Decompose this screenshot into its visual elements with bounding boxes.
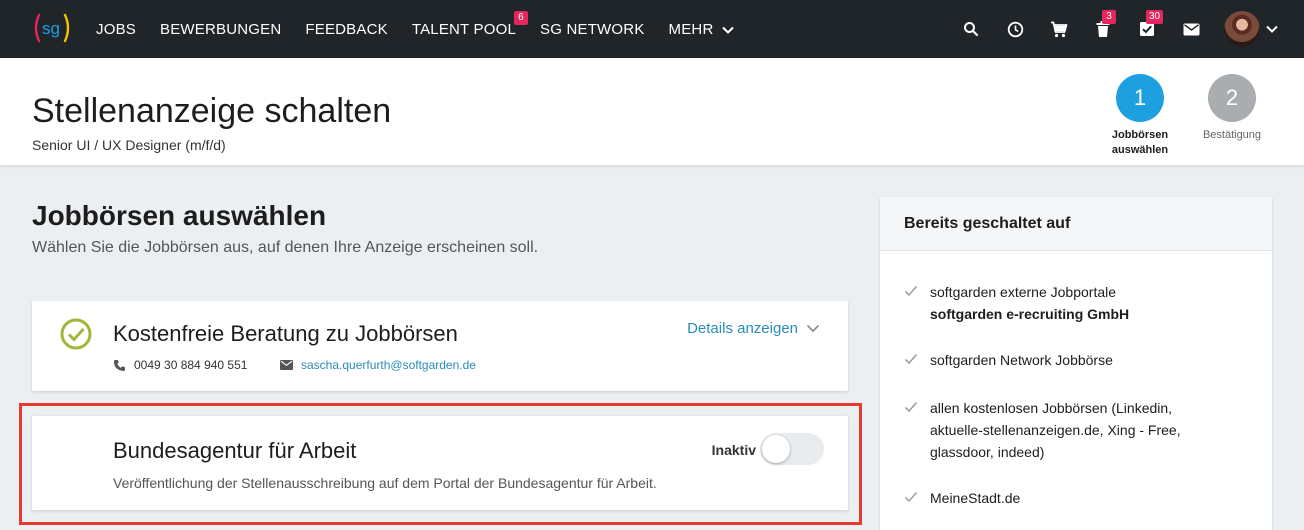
- nav-sg-network[interactable]: SG NETWORK: [540, 21, 645, 38]
- nav-sg-network-label: SG NETWORK: [540, 20, 645, 38]
- nav-jobs-label: JOBS: [96, 20, 136, 38]
- section-title: Jobbörsen auswählen: [32, 200, 327, 231]
- cart-button[interactable]: [1048, 18, 1070, 40]
- side-item-text: softgarden Network Jobbörse: [930, 352, 1113, 368]
- chevron-down-icon: [722, 26, 734, 34]
- side-item: allen kostenlosen Jobbörsen (Linkedin, a…: [904, 397, 1204, 463]
- consultation-title: Kostenfreie Beratung zu Jobbörsen: [113, 321, 458, 346]
- side-panel-title: Bereits geschaltet auf: [880, 197, 1272, 251]
- tasks-button[interactable]: 30: [1136, 10, 1164, 40]
- messages-button[interactable]: [1180, 18, 1202, 40]
- page-title: Stellenanzeige schalten: [32, 92, 392, 130]
- ba-description: Veröffentlichung der Stellenausschreibun…: [113, 475, 657, 491]
- search-button[interactable]: [960, 18, 982, 40]
- trash-button[interactable]: 3: [1092, 10, 1116, 40]
- check-icon: [904, 353, 918, 365]
- email-address: sascha.querfurth@softgarden.de: [301, 358, 476, 372]
- step-2-number: 2: [1208, 74, 1256, 122]
- page-header: Stellenanzeige schalten Senior UI / UX D…: [0, 58, 1304, 165]
- tasks-badge: 30: [1146, 10, 1164, 24]
- nav-bewerbungen[interactable]: BEWERBUNGEN: [160, 21, 281, 38]
- chevron-down-icon: [806, 324, 820, 333]
- nav-feedback[interactable]: FEEDBACK: [305, 21, 387, 38]
- ba-toggle-label: Inaktiv: [711, 442, 756, 458]
- step-2-label: Bestätigung: [1202, 129, 1262, 141]
- user-avatar[interactable]: [1224, 11, 1260, 47]
- trash-badge: 3: [1102, 10, 1116, 24]
- check-icon: [904, 285, 918, 297]
- check-icon: [904, 401, 918, 413]
- ba-title: Bundesagentur für Arbeit: [113, 438, 357, 463]
- cart-icon: [1051, 21, 1068, 37]
- side-item-text: allen kostenlosen Jobbörsen (Linkedin, a…: [930, 400, 1181, 460]
- step-1-number: 1: [1116, 74, 1164, 122]
- chevron-down-icon[interactable]: [1266, 25, 1278, 33]
- softgarden-logo[interactable]: sg: [32, 12, 72, 44]
- details-link-label: Details anzeigen: [687, 320, 798, 337]
- check-circle-icon: [60, 318, 92, 350]
- check-icon: [904, 491, 918, 503]
- side-item: MeineStadt.de: [904, 487, 1224, 509]
- ba-card: Bundesagentur für Arbeit Veröffentlichun…: [32, 416, 848, 510]
- nav-bewerbungen-label: BEWERBUNGEN: [159, 20, 282, 38]
- svg-text:sg: sg: [42, 19, 60, 38]
- already-published-panel: Bereits geschaltet auf softgarden extern…: [880, 197, 1272, 530]
- side-item-text: MeineStadt.de: [930, 490, 1021, 506]
- nav-mehr[interactable]: MEHR: [669, 21, 734, 38]
- contact-email[interactable]: sascha.querfurth@softgarden.de: [280, 358, 476, 372]
- side-item: softgarden externe Jobportale softgarden…: [904, 281, 1224, 325]
- mail-icon: [1183, 23, 1199, 35]
- step-1[interactable]: 1 Jobbörsen auswählen: [1100, 74, 1180, 158]
- toggle-knob: [762, 435, 790, 463]
- details-toggle-link[interactable]: Details anzeigen: [687, 320, 820, 337]
- page-subtitle: Senior UI / UX Designer (m/f/d): [32, 137, 226, 153]
- side-item: softgarden Network Jobbörse: [904, 349, 1224, 371]
- nav-talent-pool-label: TALENT POOL: [411, 20, 517, 38]
- consultation-card: Kostenfreie Beratung zu Jobbörsen Detail…: [32, 301, 848, 391]
- nav-icons: 3 30: [938, 0, 1278, 58]
- nav-mehr-label: MEHR: [668, 20, 714, 38]
- nav-talent-pool[interactable]: TALENT POOL 6: [411, 10, 529, 38]
- phone-number: 0049 30 884 940 551: [134, 358, 248, 372]
- contact-phone: 0049 30 884 940 551: [113, 358, 247, 372]
- nav-links: JOBS BEWERBUNGEN FEEDBACK TALENT POOL 6 …: [96, 0, 758, 58]
- search-icon: [964, 22, 979, 37]
- side-item-company: softgarden e-recruiting GmbH: [930, 306, 1130, 322]
- clock-icon: [1007, 21, 1023, 37]
- step-2[interactable]: 2 Bestätigung: [1192, 74, 1272, 143]
- phone-icon: [114, 359, 125, 371]
- side-item-text: softgarden externe Jobportale: [930, 284, 1117, 300]
- talent-pool-badge: 6: [514, 10, 529, 25]
- mail-icon: [280, 360, 293, 370]
- history-button[interactable]: [1004, 18, 1026, 40]
- nav-jobs[interactable]: JOBS: [96, 21, 136, 38]
- ba-toggle-switch[interactable]: [760, 433, 824, 465]
- section-description: Wählen Sie die Jobbörsen aus, auf denen …: [32, 239, 539, 256]
- top-nav: sg JOBS BEWERBUNGEN FEEDBACK TALENT POOL…: [0, 0, 1304, 58]
- step-1-label: Jobbörsen auswählen: [1111, 129, 1169, 156]
- nav-feedback-label: FEEDBACK: [305, 20, 388, 38]
